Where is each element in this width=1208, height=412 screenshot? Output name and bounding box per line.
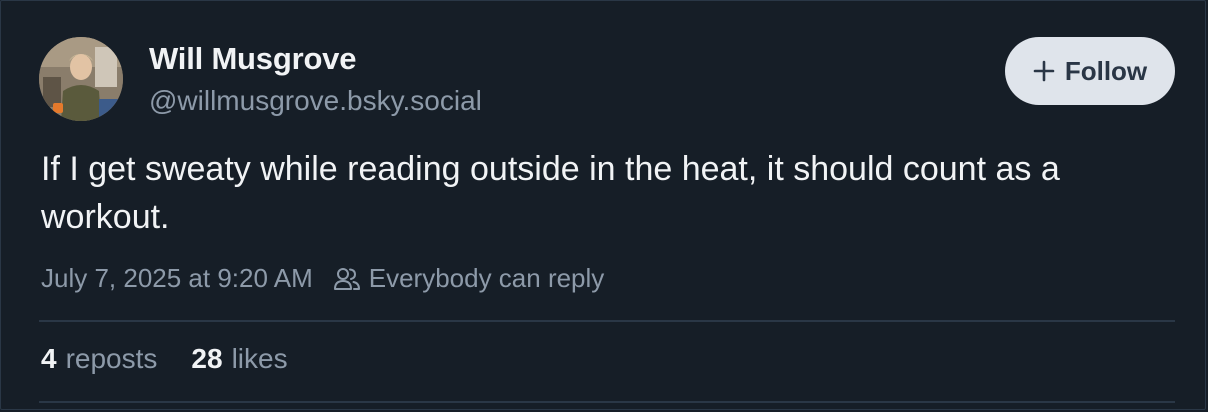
follow-button[interactable]: Follow bbox=[1005, 37, 1175, 105]
reposts-stat[interactable]: 4 reposts bbox=[41, 343, 157, 375]
divider bbox=[39, 401, 1175, 403]
reposts-label: reposts bbox=[65, 343, 158, 374]
author-avatar[interactable] bbox=[39, 37, 123, 121]
author-display-name[interactable]: Will Musgrove bbox=[149, 41, 356, 77]
post-text: If I get sweaty while reading outside in… bbox=[41, 150, 1060, 236]
post-meta: July 7, 2025 at 9:20 AM Everybody can re… bbox=[41, 263, 604, 294]
reply-setting-label: Everybody can reply bbox=[368, 263, 605, 293]
plus-icon bbox=[1033, 60, 1055, 82]
author-handle[interactable]: @willmusgrove.bsky.social bbox=[149, 85, 482, 117]
people-icon bbox=[333, 266, 361, 292]
follow-button-label: Follow bbox=[1064, 55, 1148, 86]
post-timestamp[interactable]: July 7, 2025 at 9:20 AM bbox=[41, 263, 313, 294]
likes-stat[interactable]: 28 likes bbox=[191, 343, 287, 375]
user-avatar-photo bbox=[39, 37, 123, 121]
post-card: Will Musgrove @willmusgrove.bsky.social … bbox=[0, 0, 1206, 410]
reply-setting[interactable]: Everybody can reply bbox=[333, 263, 605, 294]
likes-label: likes bbox=[231, 343, 288, 374]
post-stats: 4 reposts 28 likes bbox=[41, 343, 288, 375]
divider bbox=[39, 320, 1175, 322]
reposts-count: 4 bbox=[41, 343, 57, 374]
likes-count: 28 bbox=[191, 343, 223, 374]
